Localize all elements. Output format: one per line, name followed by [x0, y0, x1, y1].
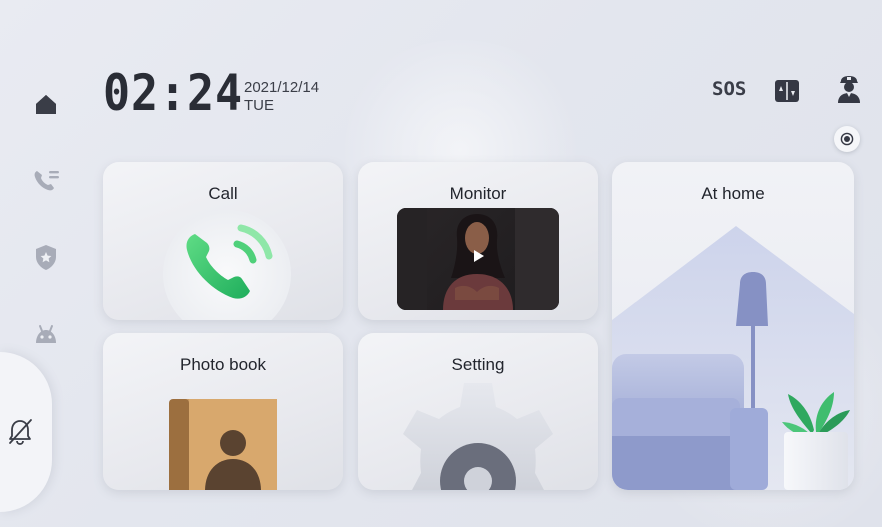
- clock-time: 02:24: [103, 64, 243, 122]
- date-text: 2021/12/14: [244, 79, 320, 96]
- weekday-text: TUE: [244, 97, 274, 114]
- call-card[interactable]: Call: [103, 162, 343, 320]
- gear-icon: [403, 383, 553, 490]
- android-icon[interactable]: [30, 318, 62, 350]
- security-guard-icon[interactable]: [834, 74, 864, 104]
- at-home-card[interactable]: At home: [612, 162, 854, 490]
- photo-book-card[interactable]: Photo book: [103, 333, 343, 490]
- contact-book-icon: [169, 399, 277, 490]
- record-button[interactable]: [834, 126, 860, 152]
- no-disturb-icon[interactable]: [4, 415, 36, 447]
- at-home-card-title: At home: [701, 184, 765, 203]
- do-not-disturb-tab[interactable]: [0, 352, 52, 512]
- home-icon[interactable]: [30, 88, 62, 120]
- call-card-title: Call: [208, 184, 238, 203]
- phone-list-icon[interactable]: [30, 165, 62, 197]
- phone-icon: [186, 224, 273, 299]
- play-icon[interactable]: [469, 247, 487, 265]
- sos-icon[interactable]: SOS: [712, 78, 746, 100]
- setting-card[interactable]: Setting: [358, 333, 598, 490]
- shield-star-icon[interactable]: [30, 241, 62, 273]
- photo-book-card-title: Photo book: [179, 355, 266, 374]
- record-icon: [840, 132, 854, 146]
- monitor-video-preview[interactable]: [397, 208, 559, 310]
- monitor-card[interactable]: Monitor: [358, 162, 598, 320]
- home-scene-illustration: [612, 226, 854, 490]
- monitor-card-title: Monitor: [449, 184, 507, 203]
- home-screen: 02:24 2021/12/14 TUE SOS Call Monitor At…: [0, 0, 882, 527]
- door-panel-icon[interactable]: [772, 76, 802, 106]
- setting-card-title: Setting: [451, 355, 505, 374]
